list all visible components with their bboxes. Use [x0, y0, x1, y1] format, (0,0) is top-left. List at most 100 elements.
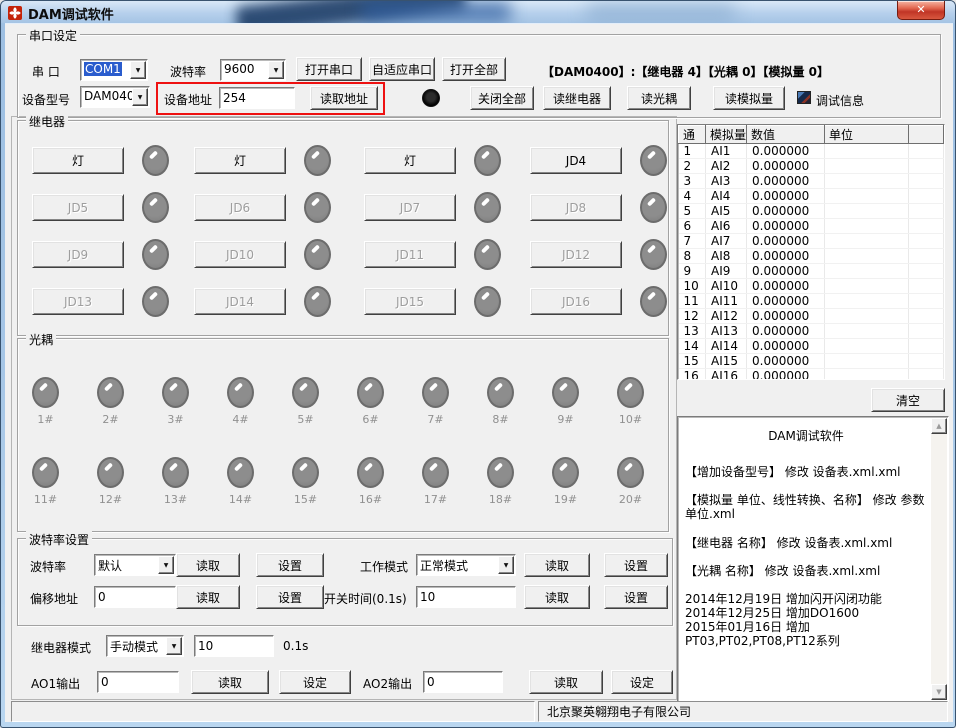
- relay-group: 继电器 灯灯灯JD4JD5JD6JD7JD8JD9JD10JD11JD12JD1…: [17, 120, 669, 336]
- table-row[interactable]: 11AI110.000000: [679, 294, 944, 309]
- table-header-cell[interactable]: 通: [679, 126, 706, 144]
- ao2-read-button[interactable]: 读取: [529, 670, 603, 694]
- table-row[interactable]: 1AI10.000000: [679, 144, 944, 159]
- titlebar[interactable]: DAM调试软件 ✕: [1, 1, 955, 23]
- baud-settings-group: 波特率设置 波特率 默认 ▼ 读取 设置 工作模式 正常模式 ▼ 读取 设置 偏…: [17, 538, 673, 626]
- offset-address-input[interactable]: [94, 586, 176, 608]
- table-cell: [825, 369, 909, 381]
- table-cell: AI8: [706, 249, 747, 264]
- table-cell: [825, 219, 909, 234]
- dropdown-arrow-icon[interactable]: ▼: [130, 61, 146, 79]
- table-cell: AI15: [706, 354, 747, 369]
- close-button[interactable]: ✕: [897, 1, 945, 20]
- table-row[interactable]: 16AI160.000000: [679, 369, 944, 381]
- debug-info-label[interactable]: 调试信息: [816, 92, 864, 109]
- table-cell: AI9: [706, 264, 747, 279]
- opto-led-5: [292, 377, 319, 408]
- relay-button-2[interactable]: 灯: [194, 147, 286, 174]
- ao1-set-button[interactable]: 设定: [279, 670, 351, 694]
- table-cell: 16: [679, 369, 706, 381]
- table-row[interactable]: 9AI90.000000: [679, 264, 944, 279]
- switch-time-set-button[interactable]: 设置: [604, 585, 668, 609]
- opto-led-9: [552, 377, 579, 408]
- table-row[interactable]: 4AI40.000000: [679, 189, 944, 204]
- dropdown-arrow-icon[interactable]: ▼: [268, 61, 284, 79]
- scroll-down-icon[interactable]: ▼: [931, 684, 947, 700]
- device-model-select[interactable]: DAM0400 ▼: [80, 86, 150, 108]
- table-row[interactable]: 5AI50.000000: [679, 204, 944, 219]
- open-all-button[interactable]: 打开全部: [442, 57, 506, 81]
- dropdown-arrow-icon[interactable]: ▼: [498, 556, 514, 574]
- ao1-read-button[interactable]: 读取: [191, 670, 269, 694]
- table-row[interactable]: 8AI80.000000: [679, 249, 944, 264]
- table-row[interactable]: 10AI100.000000: [679, 279, 944, 294]
- ao2-set-button[interactable]: 设定: [611, 670, 673, 694]
- read-relay-button[interactable]: 读继电器: [543, 86, 611, 110]
- relay-button-4[interactable]: JD4: [530, 147, 622, 174]
- table-row[interactable]: 3AI30.000000: [679, 174, 944, 189]
- table-header-cell[interactable]: 单位: [825, 126, 909, 144]
- relay-button-3[interactable]: 灯: [364, 147, 456, 174]
- opto-label-15: 15#: [284, 493, 327, 506]
- info-panel: DAM调试软件 【增加设备型号】 修改 设备表.xml.xml 【模拟量 单位、…: [677, 416, 949, 702]
- table-header-cell[interactable]: [909, 126, 944, 144]
- table-row[interactable]: 14AI140.000000: [679, 339, 944, 354]
- close-all-button[interactable]: 关闭全部: [470, 86, 534, 110]
- table-cell: 9: [679, 264, 706, 279]
- table-row[interactable]: 13AI130.000000: [679, 324, 944, 339]
- dropdown-arrow-icon[interactable]: ▼: [132, 88, 148, 106]
- relay-button-16: JD16: [530, 288, 622, 315]
- read-opto-button[interactable]: 读光耦: [627, 86, 691, 110]
- relay-button-1[interactable]: 灯: [32, 147, 124, 174]
- table-row[interactable]: 7AI70.000000: [679, 234, 944, 249]
- auto-serial-button[interactable]: 自适应串口: [369, 57, 435, 81]
- switch-time-input[interactable]: [416, 586, 516, 608]
- dropdown-arrow-icon[interactable]: ▼: [158, 556, 174, 574]
- work-mode-read-button[interactable]: 读取: [524, 553, 590, 577]
- read-address-button[interactable]: 读取地址: [310, 86, 378, 110]
- relay-mode-time-input[interactable]: [194, 635, 274, 657]
- baud-settings-label: 波特率设置: [26, 531, 92, 548]
- relay-mode-select[interactable]: 手动模式 ▼: [106, 635, 184, 657]
- table-row[interactable]: 15AI150.000000: [679, 354, 944, 369]
- switch-time-read-button[interactable]: 读取: [524, 585, 590, 609]
- table-cell: [825, 249, 909, 264]
- relay-led-14: [304, 286, 331, 317]
- baud-default-select[interactable]: 默认 ▼: [94, 554, 176, 576]
- info-line: 【继电器 名称】 修改 设备表.xml.xml: [685, 536, 927, 550]
- table-cell: [825, 279, 909, 294]
- read-analog-button[interactable]: 读模拟量: [713, 86, 785, 110]
- baud-read-button[interactable]: 读取: [176, 553, 240, 577]
- info-line: 【光耦 名称】 修改 设备表.xml.xml: [685, 564, 927, 578]
- relay-button-12: JD12: [530, 241, 622, 268]
- work-mode-select[interactable]: 正常模式 ▼: [416, 554, 516, 576]
- offset-read-button[interactable]: 读取: [176, 585, 240, 609]
- table-cell: 0.000000: [747, 189, 825, 204]
- table-header-cell[interactable]: 模拟量: [706, 126, 747, 144]
- table-header-cell[interactable]: 数值: [747, 126, 825, 144]
- baud-set-button[interactable]: 设置: [256, 553, 324, 577]
- table-row[interactable]: 6AI60.000000: [679, 219, 944, 234]
- opto-led-13: [162, 457, 189, 488]
- dropdown-arrow-icon[interactable]: ▼: [166, 637, 182, 655]
- relay-button-10: JD10: [194, 241, 286, 268]
- table-row[interactable]: 12AI120.000000: [679, 309, 944, 324]
- table-cell: [825, 189, 909, 204]
- device-address-input[interactable]: [219, 87, 295, 109]
- work-mode-set-button[interactable]: 设置: [604, 553, 668, 577]
- info-scrollbar[interactable]: ▲ ▼: [931, 418, 947, 700]
- open-serial-button[interactable]: 打开串口: [296, 57, 362, 81]
- ao2-input[interactable]: [423, 671, 503, 693]
- scroll-up-icon[interactable]: ▲: [931, 418, 947, 434]
- app-logo-icon: [8, 5, 22, 19]
- ao1-input[interactable]: [97, 671, 179, 693]
- com-port-select[interactable]: COM1 ▼: [80, 59, 148, 81]
- table-row[interactable]: 2AI20.000000: [679, 159, 944, 174]
- offset-set-button[interactable]: 设置: [256, 585, 324, 609]
- baud-rate-select[interactable]: 9600 ▼: [220, 59, 286, 81]
- clear-button[interactable]: 清空: [871, 388, 945, 412]
- relay-led-7: [474, 192, 501, 223]
- relay-button-7: JD7: [364, 194, 456, 221]
- relay-button-8: JD8: [530, 194, 622, 221]
- relay-led-13: [142, 286, 169, 317]
